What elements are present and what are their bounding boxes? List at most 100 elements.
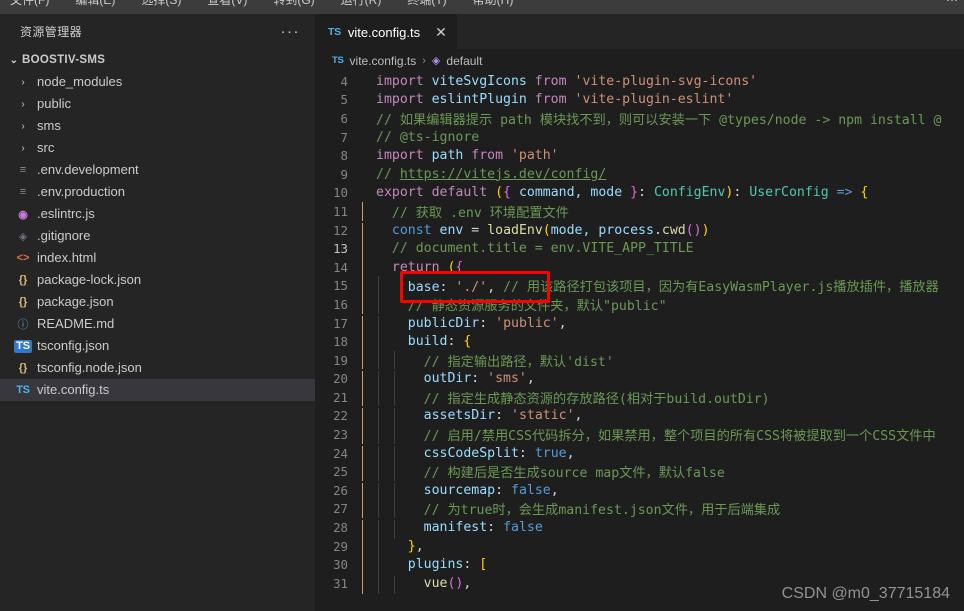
code-token: : [638, 185, 654, 201]
code-token: viteSvgIcons [431, 73, 527, 89]
tree-item-env-development[interactable]: ≡ .env.development [0, 159, 316, 181]
code-token: [ [479, 557, 488, 573]
line-number: 21 [333, 389, 348, 405]
code-token: 'sms' [487, 371, 527, 387]
chevron-right-icon: › [21, 120, 25, 132]
indent-guide [362, 499, 363, 519]
line-content: base: './', // 用该路径打包该项目，因为有EasyWasmPlay… [362, 276, 964, 295]
code-token: mode, [550, 222, 599, 238]
line-number: 23 [333, 427, 348, 443]
code-token: : [447, 334, 464, 350]
tree-item-vite-config-ts[interactable]: TS vite.config.ts [0, 379, 316, 401]
tree-item-tsconfig-node-json[interactable]: {} tsconfig.node.json [0, 357, 316, 379]
code-token: : [518, 445, 535, 461]
tree-item-node-modules[interactable]: › node_modules [0, 71, 316, 93]
code-lines: 4 import viteSvgIcons from 'vite-plugin-s… [316, 72, 964, 595]
line-content: // 启用/禁用CSS代码拆分，如果禁用，整个项目的所有CSS将被提取到一个CS… [362, 425, 964, 444]
menu-item-1[interactable]: 编辑(E) [69, 0, 121, 7]
menu-item-5[interactable]: 运行(R) [335, 0, 388, 7]
indent-guide [362, 241, 363, 260]
code-token: } [630, 185, 639, 201]
menu-item-6[interactable]: 终端(T) [401, 0, 452, 7]
tree-item-readme-md[interactable]: ⓘ README.md [0, 313, 316, 335]
line-number: 9 [340, 166, 348, 182]
tree-item-label: .env.development [37, 162, 139, 177]
breadcrumb-symbol[interactable]: default [446, 54, 482, 68]
code-line-30: 30 plugins: [ [316, 555, 964, 576]
more-actions-icon[interactable]: ··· [281, 24, 301, 39]
tree-item-label: package-lock.json [37, 272, 142, 287]
tab-vite-config-ts[interactable]: TS vite.config.ts ✕ [316, 14, 457, 49]
code-token: ConfigEnv [653, 185, 726, 201]
code-token: import [376, 73, 432, 89]
tree-item-package-lock-json[interactable]: {} package-lock.json [0, 269, 316, 291]
menu-item-2[interactable]: 选择(S) [135, 0, 187, 7]
indent-guide [377, 315, 379, 335]
indent-guide [362, 350, 363, 370]
code-token: import [376, 148, 432, 164]
code-line-24: 24 cssCodeSplit: true, [316, 444, 964, 465]
tab-label: vite.config.ts [347, 24, 421, 40]
line-number: 16 [333, 296, 348, 312]
tree-item-label: index.html [37, 250, 97, 265]
code-token: , [566, 445, 575, 461]
line-content: cssCodeSplit: true, [362, 445, 964, 465]
line-content: build: { [362, 334, 964, 353]
tree-item-label: .gitignore [37, 228, 91, 243]
code-token: { [463, 334, 472, 350]
menu-item-7[interactable]: 帮助(H) [467, 0, 520, 7]
code-line-25: 25 // 构建后是否生成source map文件，默认false [316, 462, 964, 481]
breadcrumb: TS vite.config.ts › ◈ default [316, 49, 964, 72]
workspace-root-row[interactable]: ⌄ BOOSTIV-SMS [0, 49, 316, 71]
code-token: , [574, 408, 583, 424]
breadcrumb-file[interactable]: vite.config.ts [350, 54, 417, 68]
code-token: } [407, 538, 416, 554]
tree-item-label: .env.production [37, 184, 125, 199]
tree-item-sms[interactable]: › sms [0, 115, 316, 137]
tree-item-tsconfig-json[interactable]: TS tsconfig.json [0, 335, 316, 357]
tree-item-package-json[interactable]: {} package.json [0, 291, 316, 313]
code-token: , [558, 315, 567, 331]
window-controls[interactable]: ⋯ [946, 0, 958, 7]
menu-item-0[interactable]: 文件(F) [4, 0, 55, 7]
tree-item-index-html[interactable]: <> index.html [0, 247, 316, 269]
explorer-title: 资源管理器 [20, 25, 83, 39]
tree-item-src[interactable]: › src [0, 137, 316, 159]
chevron-right-icon: › [21, 98, 25, 110]
menu-item-3[interactable]: 查看(V) [201, 0, 253, 7]
menu-item-4[interactable]: 转到(G) [267, 0, 320, 7]
line-number: 20 [333, 371, 348, 387]
code-token: env [431, 222, 464, 238]
code-token: path [431, 148, 464, 164]
explorer-header: 资源管理器 ··· [0, 14, 316, 49]
code-line-27: 27 // 为true时，会生成manifest.json文件，用于后端集成 [316, 499, 964, 519]
tree-item-public[interactable]: › public [0, 93, 316, 115]
close-icon[interactable]: ✕ [435, 25, 447, 39]
indent-guide [393, 425, 395, 444]
code-token: sourcemap [423, 482, 496, 498]
code-line-20: 20 outDir: 'sms', [316, 370, 964, 390]
indent-guide [362, 201, 363, 221]
line-number: 28 [333, 520, 348, 536]
indent-guide [362, 294, 363, 314]
tree-item-gitignore[interactable]: ◈ .gitignore [0, 225, 316, 247]
code-line-21: 21 // 指定生成静态资源的存放路径(相对于build.outDir) [316, 387, 964, 407]
line-content: outDir: 'sms', [362, 371, 964, 390]
code-line-7: 7 // @ts-ignore [316, 128, 964, 147]
tree-item-eslintrc-js[interactable]: ◉ .eslintrc.js [0, 203, 316, 225]
tree-item-env-production[interactable]: ≡ .env.production [0, 181, 316, 203]
workspace-root-label: BOOSTIV-SMS [22, 54, 106, 66]
code-token: publicDir [407, 315, 480, 331]
typescript-icon: TS [16, 384, 30, 396]
code-line-9: 9 // https://vitejs.dev/config/ [316, 165, 964, 184]
typescript-icon: TS [332, 55, 344, 66]
indent-guide [362, 222, 363, 242]
line-content: export default ({ command, mode }: Confi… [362, 185, 964, 200]
indent-guide [377, 499, 379, 519]
code-token: build [407, 334, 448, 350]
code-editor[interactable]: 4 import viteSvgIcons from 'vite-plugin-s… [316, 72, 964, 611]
code-token: export default [376, 185, 496, 201]
code-line-4: 4 import viteSvgIcons from 'vite-plugin-s… [316, 72, 964, 91]
